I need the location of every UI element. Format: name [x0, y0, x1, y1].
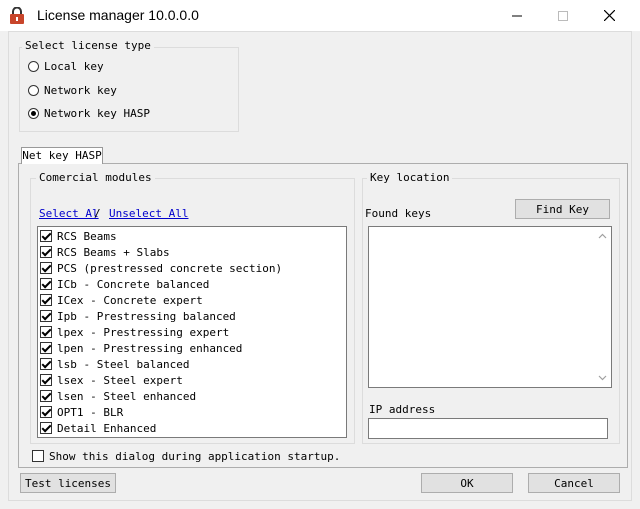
unselect-all-link[interactable]: Unselect All	[109, 207, 188, 220]
close-button[interactable]	[586, 0, 632, 31]
found-keys-label: Found keys	[365, 207, 432, 220]
module-label: Ipb - Prestressing balanced	[57, 309, 236, 323]
checkbox[interactable]	[40, 294, 52, 306]
radio-label: Local key	[44, 59, 104, 73]
checkbox[interactable]	[40, 374, 52, 386]
modules-list[interactable]: RCS Beams RCS Beams + Slabs PCS (prestre…	[37, 226, 347, 438]
list-item[interactable]: lsb - Steel balanced	[40, 356, 189, 372]
lock-icon	[10, 7, 24, 24]
module-label: RCS Beams	[57, 229, 117, 243]
test-licenses-button[interactable]: Test licenses	[20, 473, 116, 493]
module-label: lsb - Steel balanced	[57, 357, 190, 371]
list-item[interactable]: OPT1 - BLR	[40, 404, 123, 420]
list-item[interactable]: Ipb - Prestressing balanced	[40, 308, 236, 324]
module-label: lsex - Steel expert	[57, 373, 183, 387]
radio-label: Network key	[44, 83, 117, 97]
list-item[interactable]: ICex - Concrete expert	[40, 292, 203, 308]
module-label: ICex - Concrete expert	[57, 293, 203, 307]
radio-button-selected[interactable]	[28, 107, 39, 119]
cancel-button[interactable]: Cancel	[528, 473, 620, 493]
minimize-icon	[512, 15, 522, 16]
maximize-button[interactable]	[540, 0, 586, 31]
list-item[interactable]: PCS (prestressed concrete section)	[40, 260, 282, 276]
checkbox[interactable]	[40, 230, 52, 242]
ok-button[interactable]: OK	[421, 473, 513, 493]
list-item[interactable]: Detail Enhanced	[40, 420, 156, 436]
checkbox[interactable]	[40, 422, 52, 434]
radio-button[interactable]	[28, 84, 39, 96]
radio-local-key[interactable]: Local key	[28, 59, 104, 73]
checkbox[interactable]	[40, 310, 52, 322]
close-icon	[603, 10, 615, 21]
module-label: Detail Enhanced	[57, 421, 157, 435]
license-type-label: Select license type	[22, 39, 154, 52]
checkbox[interactable]	[40, 358, 52, 370]
list-item[interactable]: lpex - Prestressing expert	[40, 324, 229, 340]
radio-label: Network key HASP	[44, 106, 150, 120]
chevron-down-icon[interactable]	[598, 375, 607, 381]
checkbox[interactable]	[40, 390, 52, 402]
module-label: lpen - Prestressing enhanced	[57, 341, 243, 355]
module-label: ICb - Concrete balanced	[57, 277, 210, 291]
list-item[interactable]: ICb - Concrete balanced	[40, 276, 209, 292]
checkbox[interactable]	[40, 262, 52, 274]
module-label: lpex - Prestressing expert	[57, 325, 230, 339]
modules-label: Comercial modules	[36, 171, 155, 184]
found-keys-list[interactable]	[368, 226, 612, 388]
module-label: lsen - Steel enhanced	[57, 389, 197, 403]
list-item[interactable]: lsen - Steel enhanced	[40, 388, 196, 404]
window-title: License manager 10.0.0.0	[37, 7, 199, 23]
list-item[interactable]: lpen - Prestressing enhanced	[40, 340, 242, 356]
list-item[interactable]: lsex - Steel expert	[40, 372, 183, 388]
list-item[interactable]: RCS Beams + Slabs	[40, 244, 170, 260]
key-location-label: Key location	[367, 171, 453, 184]
tab-net-key-hasp[interactable]: Net key HASP	[21, 147, 103, 164]
checkbox[interactable]	[40, 326, 52, 338]
radio-network-key-hasp[interactable]: Network key HASP	[28, 106, 150, 120]
list-item[interactable]: RCS Beams	[40, 228, 117, 244]
checkbox[interactable]	[40, 406, 52, 418]
title-bar: License manager 10.0.0.0	[0, 0, 640, 31]
minimize-button[interactable]	[494, 0, 540, 31]
module-label: OPT1 - BLR	[57, 405, 124, 419]
module-label: PCS (prestressed concrete section)	[57, 261, 283, 275]
scrollbar[interactable]	[595, 228, 610, 386]
checkbox[interactable]	[40, 342, 52, 354]
checkbox[interactable]	[40, 246, 52, 258]
link-separator: /	[94, 207, 101, 220]
radio-network-key[interactable]: Network key	[28, 83, 117, 97]
startup-label: Show this dialog during application star…	[49, 449, 341, 463]
select-all-link[interactable]: Select Al	[39, 207, 99, 220]
maximize-icon	[558, 10, 568, 21]
chevron-up-icon[interactable]	[598, 233, 607, 239]
find-key-button[interactable]: Find Key	[515, 199, 610, 219]
ip-address-input[interactable]	[368, 418, 608, 439]
startup-checkbox-row[interactable]: Show this dialog during application star…	[32, 449, 340, 463]
startup-checkbox[interactable]	[32, 450, 44, 462]
radio-button[interactable]	[28, 60, 39, 72]
checkbox[interactable]	[40, 278, 52, 290]
ip-address-label: IP address	[369, 403, 436, 416]
module-label: RCS Beams + Slabs	[57, 245, 170, 259]
